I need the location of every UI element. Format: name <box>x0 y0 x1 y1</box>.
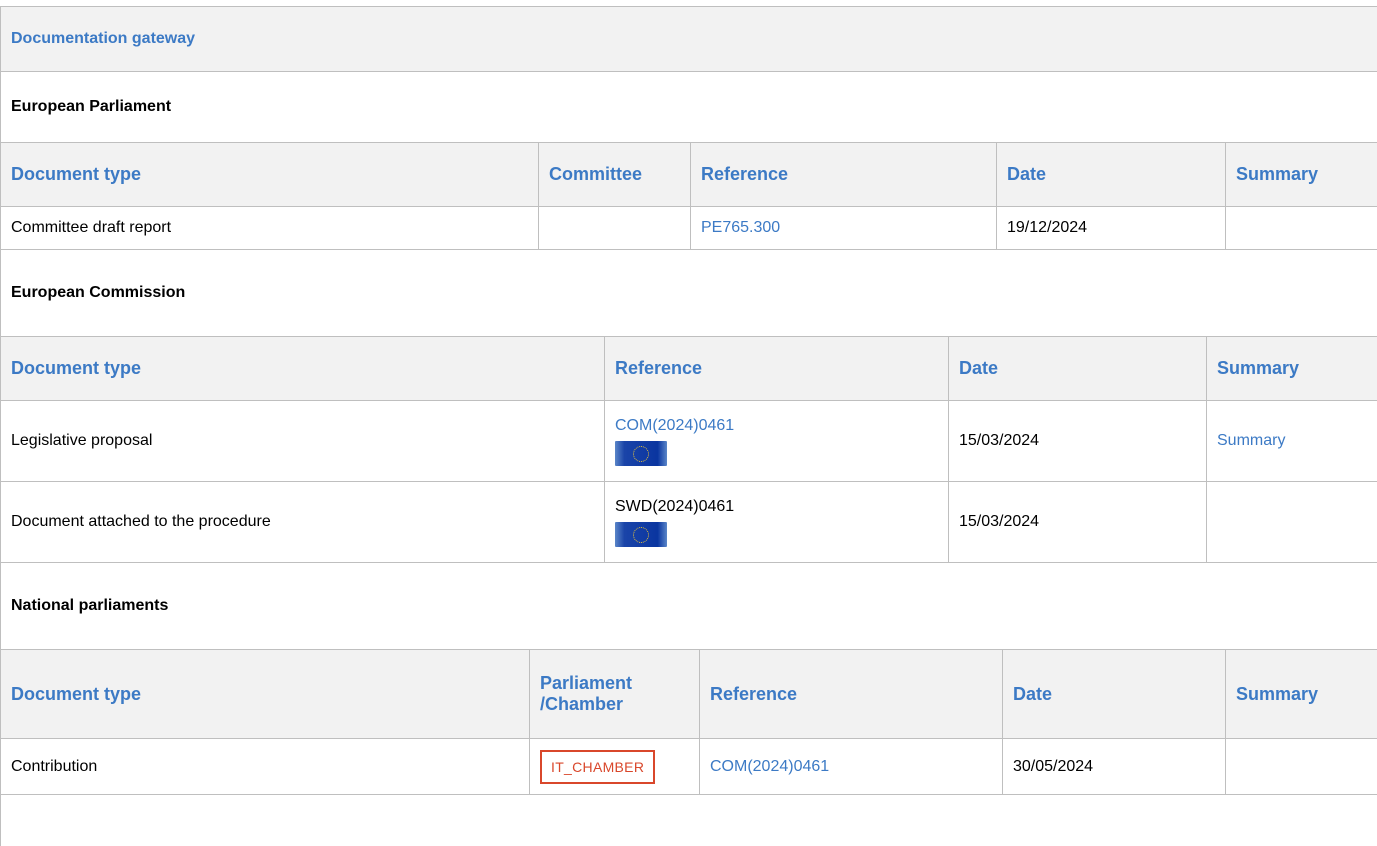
col-header-reference: Reference <box>605 337 949 401</box>
table-row: Legislative proposal COM(2024)0461 15/03… <box>1 401 1377 482</box>
cell-document-type: Contribution <box>1 739 530 795</box>
gateway-title: Documentation gateway <box>11 30 195 48</box>
documentation-gateway-panel: Documentation gateway European Parliamen… <box>0 6 1377 846</box>
table-header-row: Document type Parliament /Chamber Refere… <box>1 650 1377 739</box>
summary-link[interactable]: Summary <box>1217 432 1285 449</box>
cell-date: 15/03/2024 <box>949 482 1207 563</box>
cell-committee <box>539 207 691 250</box>
table-row: Contribution IT_CHAMBER COM(2024)0461 30… <box>1 739 1377 795</box>
cell-summary <box>1207 482 1377 563</box>
col-header-date: Date <box>949 337 1207 401</box>
col-header-parliament-line1: Parliament <box>540 673 632 693</box>
col-header-reference: Reference <box>700 650 1003 739</box>
reference-link[interactable]: COM(2024)0461 <box>615 417 734 435</box>
cell-reference: COM(2024)0461 <box>605 401 949 482</box>
col-header-date: Date <box>1003 650 1226 739</box>
cell-reference: SWD(2024)0461 <box>605 482 949 563</box>
table-row: Committee draft report PE765.300 19/12/2… <box>1 207 1377 250</box>
cell-reference: COM(2024)0461 <box>700 739 1003 795</box>
cell-date: 19/12/2024 <box>997 207 1226 250</box>
col-header-document-type: Document type <box>1 337 605 401</box>
col-header-document-type: Document type <box>1 143 539 207</box>
cell-date: 30/05/2024 <box>1003 739 1226 795</box>
european-commission-table: Document type Reference Date Summary Leg… <box>0 336 1377 563</box>
col-header-summary: Summary <box>1207 337 1377 401</box>
section-title-text: National parliaments <box>11 597 168 615</box>
col-header-date: Date <box>997 143 1226 207</box>
chamber-badge[interactable]: IT_CHAMBER <box>540 750 655 784</box>
section-title-european-commission: European Commission <box>1 250 1377 336</box>
cell-chamber: IT_CHAMBER <box>530 739 700 795</box>
reference-link[interactable]: PE765.300 <box>701 219 780 236</box>
section-title-national-parliaments: National parliaments <box>1 563 1377 649</box>
col-header-parliament-chamber: Parliament /Chamber <box>530 650 700 739</box>
table-row: Document attached to the procedure SWD(2… <box>1 482 1377 563</box>
section-title-text: European Commission <box>11 284 185 302</box>
cell-reference: PE765.300 <box>691 207 997 250</box>
col-header-summary: Summary <box>1226 143 1377 207</box>
eu-flag-icon[interactable] <box>615 522 667 547</box>
eu-flag-icon[interactable] <box>615 441 667 466</box>
table-header-row: Document type Committee Reference Date S… <box>1 143 1377 207</box>
european-parliament-table: Document type Committee Reference Date S… <box>0 142 1377 250</box>
col-header-committee: Committee <box>539 143 691 207</box>
cell-document-type: Document attached to the procedure <box>1 482 605 563</box>
gateway-header: Documentation gateway <box>1 7 1377 72</box>
cell-summary: Summary <box>1207 401 1377 482</box>
reference-link[interactable]: COM(2024)0461 <box>710 758 829 775</box>
cell-document-type: Legislative proposal <box>1 401 605 482</box>
col-header-reference: Reference <box>691 143 997 207</box>
col-header-document-type: Document type <box>1 650 530 739</box>
cell-summary <box>1226 739 1377 795</box>
cell-summary <box>1226 207 1377 250</box>
cell-document-type: Committee draft report <box>1 207 539 250</box>
section-title-european-parliament: European Parliament <box>1 72 1377 142</box>
national-parliaments-table: Document type Parliament /Chamber Refere… <box>0 649 1377 795</box>
section-title-text: European Parliament <box>11 98 171 116</box>
col-header-summary: Summary <box>1226 650 1377 739</box>
reference-text: SWD(2024)0461 <box>615 498 734 516</box>
table-header-row: Document type Reference Date Summary <box>1 337 1377 401</box>
col-header-parliament-line2: /Chamber <box>540 694 623 714</box>
cell-date: 15/03/2024 <box>949 401 1207 482</box>
